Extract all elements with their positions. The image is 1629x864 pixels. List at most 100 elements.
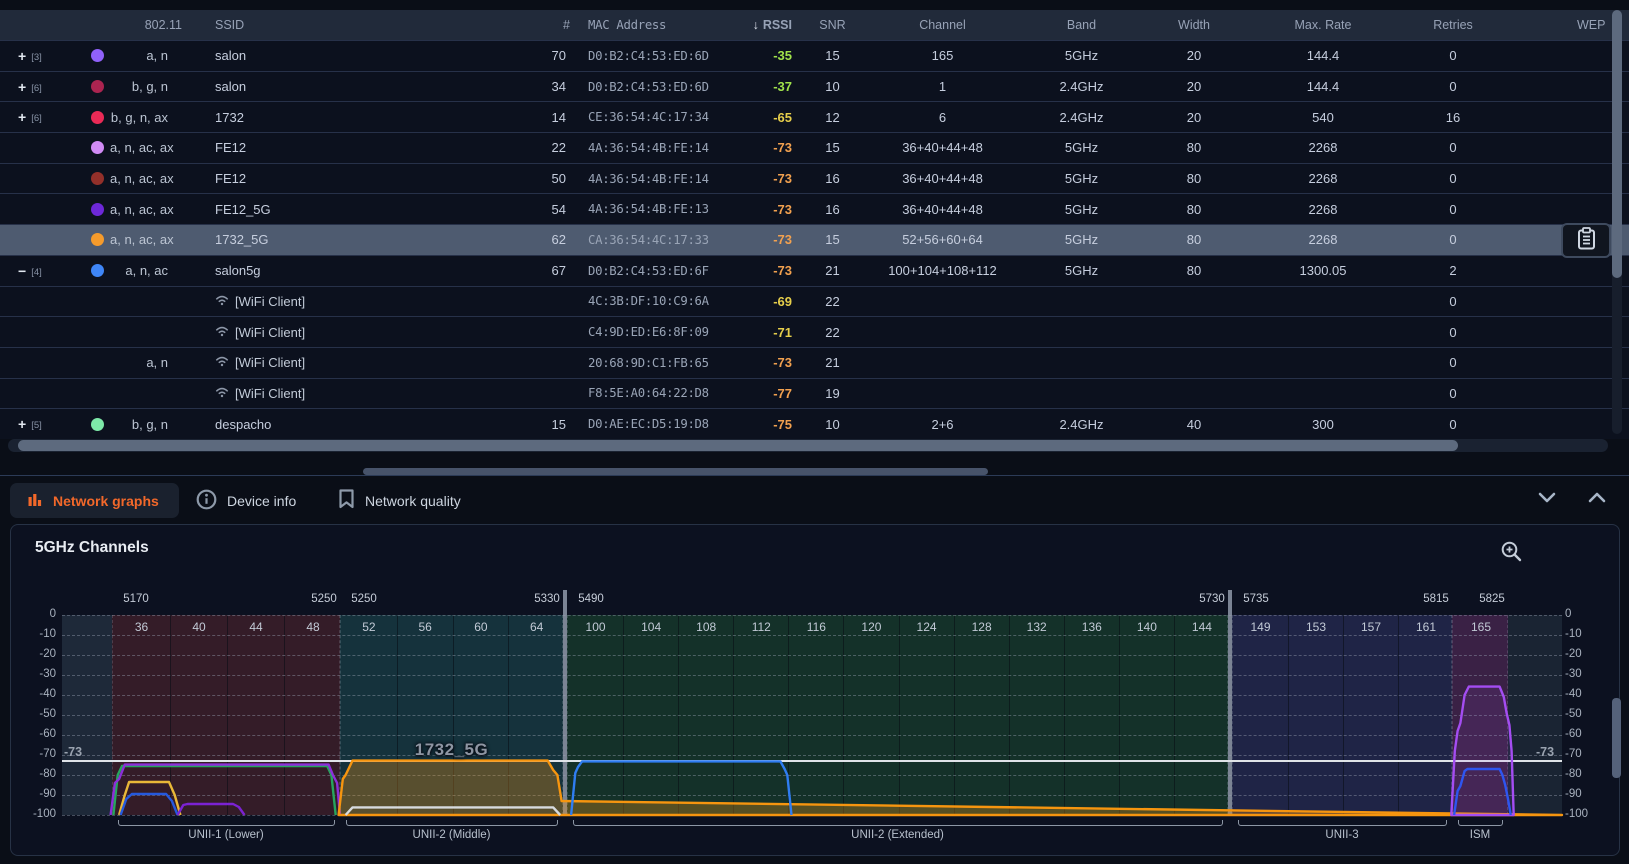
cell-width: 20 xyxy=(1148,79,1240,94)
column-header-label: Channel xyxy=(919,18,966,32)
chevron-up-icon[interactable] xyxy=(1588,490,1610,512)
column-header-ssid[interactable]: SSID xyxy=(182,18,524,32)
tab-device-info[interactable]: Device info xyxy=(196,483,296,518)
column-header-wep[interactable]: WEP xyxy=(1500,18,1629,32)
table-horizontal-scrollbar[interactable] xyxy=(8,439,1608,452)
cell-retries: 16 xyxy=(1406,110,1500,125)
table-row[interactable]: a, n, ac, axFE12224A:36:54:4B:FE:14-7315… xyxy=(0,132,1629,163)
child-count-badge: [4] xyxy=(31,267,42,278)
column-header-label: SSID xyxy=(215,18,244,32)
cell-channel: 36+40+44+48 xyxy=(870,202,1015,217)
cell-protocols: a, n, ac, ax xyxy=(110,202,182,217)
cell-count: 14 xyxy=(524,110,570,125)
cell-mac-address: 4A:36:54:4B:FE:14 xyxy=(570,172,730,186)
table-row[interactable]: +[6]b, g, nsalon34D0:B2:C4:53:ED:6D-3710… xyxy=(0,71,1629,102)
tab-label: Network quality xyxy=(365,493,461,509)
wifi-analyzer-app: 802.11 SSID #MAC Address↓RSSI SNR Channel Ban… xyxy=(0,0,1629,864)
tab-label: Network graphs xyxy=(53,493,159,509)
column-header-label: Max. Rate xyxy=(1295,18,1352,32)
cell-mac-address: CA:36:54:4C:17:33 xyxy=(570,233,730,247)
cell-mac-address: C4:9D:ED:E6:8F:09 xyxy=(570,325,730,339)
table-row[interactable]: +[6]b, g, n, ax173214CE:36:54:4C:17:34-6… xyxy=(0,101,1629,132)
cell-rssi: -65 xyxy=(730,110,795,125)
table-row[interactable]: [WiFi Client]C4:9D:ED:E6:8F:09-71220 xyxy=(0,316,1629,347)
cell-ssid: salon xyxy=(182,48,524,63)
column-header-protocols[interactable]: 802.11 xyxy=(110,18,182,32)
network-color-dot xyxy=(91,80,104,93)
table-row[interactable]: a, n, ac, ax1732_5G62CA:36:54:4C:17:33-7… xyxy=(0,224,1629,255)
cell-channel: 6 xyxy=(870,110,1015,125)
table-row[interactable]: a, n, ac, axFE12504A:36:54:4B:FE:14-7316… xyxy=(0,163,1629,194)
cell-snr: 15 xyxy=(795,232,870,247)
cell-count: 67 xyxy=(524,263,570,278)
expand-toggle-button[interactable]: + xyxy=(18,109,26,125)
wifi-client-icon xyxy=(215,325,229,340)
column-header-retries[interactable]: Retries xyxy=(1406,18,1500,32)
cell-band: 2.4GHz xyxy=(1015,417,1148,432)
cell-retries: 0 xyxy=(1406,355,1500,370)
column-header-max_rate[interactable]: Max. Rate xyxy=(1240,18,1406,32)
cell-mac-address: D0:B2:C4:53:ED:6D xyxy=(570,80,730,94)
table-row[interactable]: [WiFi Client]F8:5E:A0:64:22:D8-77190 xyxy=(0,378,1629,409)
cell-channel: 36+40+44+48 xyxy=(870,140,1015,155)
column-header-mac[interactable]: MAC Address xyxy=(570,18,730,32)
wifi-client-icon xyxy=(215,386,229,401)
copy-row-button[interactable] xyxy=(1561,223,1611,258)
table-row[interactable]: +[3]a, nsalon70D0:B2:C4:53:ED:6D-3515165… xyxy=(0,40,1629,71)
tab-network-quality[interactable]: Network quality xyxy=(338,483,461,518)
info-icon xyxy=(196,489,217,513)
cell-band: 5GHz xyxy=(1015,171,1148,186)
tab-network-graphs[interactable]: Network graphs xyxy=(10,483,179,518)
expand-toggle-button[interactable]: − xyxy=(18,263,26,279)
network-color-dot xyxy=(91,141,104,154)
table-header: 802.11 SSID #MAC Address↓RSSI SNR Channel Ban… xyxy=(0,10,1629,40)
expand-toggle-button[interactable]: + xyxy=(18,79,26,95)
cell-snr: 16 xyxy=(795,202,870,217)
table-row[interactable]: a, n, ac, axFE12_5G544A:36:54:4B:FE:13-7… xyxy=(0,193,1629,224)
cell-ssid: salon xyxy=(182,79,524,94)
row-expander-cell: +[3] xyxy=(18,48,68,64)
table-row[interactable]: [WiFi Client]4C:3B:DF:10:C9:6A-69220 xyxy=(0,286,1629,317)
table-row[interactable]: −[4]a, n, acsalon5g67D0:B2:C4:53:ED:6F-7… xyxy=(0,255,1629,286)
column-header-count[interactable]: # xyxy=(524,18,570,32)
cell-width: 40 xyxy=(1148,417,1240,432)
cell-retries: 2 xyxy=(1406,263,1500,278)
tab-label: Device info xyxy=(227,493,296,509)
cell-mac-address: 4A:36:54:4B:FE:13 xyxy=(570,202,730,216)
cell-max-rate: 144.4 xyxy=(1240,79,1406,94)
table-horizontal-scrollbar-thumb[interactable] xyxy=(18,440,1458,451)
table-row[interactable]: +[5]b, g, ndespacho15D0:AE:EC:D5:19:D8-7… xyxy=(0,408,1629,439)
cell-protocols: a, n, ac, ax xyxy=(110,232,182,247)
column-header-channel[interactable]: Channel xyxy=(870,18,1015,32)
column-header-width[interactable]: Width xyxy=(1148,18,1240,32)
table-vertical-scrollbar-thumb[interactable] xyxy=(1612,10,1622,278)
chevron-down-icon[interactable] xyxy=(1538,490,1560,512)
column-header-label: SNR xyxy=(819,18,845,32)
cell-mac-address: 4C:3B:DF:10:C9:6A xyxy=(570,294,730,308)
expand-toggle-button[interactable]: + xyxy=(18,416,26,432)
expand-toggle-button[interactable]: + xyxy=(18,48,26,64)
cell-retries: 0 xyxy=(1406,171,1500,186)
magnifier-zoom-icon[interactable] xyxy=(1501,541,1522,567)
wifi-client-label: [WiFi Client] xyxy=(235,386,305,401)
cell-count: 15 xyxy=(524,417,570,432)
cell-snr: 22 xyxy=(795,294,870,309)
cell-protocols: b, g, n xyxy=(110,79,182,94)
panel-horizontal-scrollbar-thumb[interactable] xyxy=(363,468,988,475)
column-header-rssi[interactable]: ↓RSSI xyxy=(730,18,795,32)
cell-protocols: a, n xyxy=(110,48,182,63)
table-vertical-scrollbar[interactable] xyxy=(1612,10,1622,434)
network-color-dot xyxy=(91,418,104,431)
wifi-client-label: [WiFi Client] xyxy=(235,355,305,370)
cell-band: 5GHz xyxy=(1015,232,1148,247)
panel-vertical-scrollbar-thumb[interactable] xyxy=(1612,698,1621,778)
cell-rssi: -73 xyxy=(730,140,795,155)
cell-max-rate: 540 xyxy=(1240,110,1406,125)
cell-retries: 0 xyxy=(1406,417,1500,432)
column-header-band[interactable]: Band xyxy=(1015,18,1148,32)
cell-retries: 0 xyxy=(1406,386,1500,401)
column-header-snr[interactable]: SNR xyxy=(795,18,870,32)
cell-snr: 10 xyxy=(795,79,870,94)
bottom-tab-bar: Network graphs Device info Network quali… xyxy=(0,483,1629,519)
table-row[interactable]: a, n[WiFi Client]20:68:9D:C1:FB:65-73210 xyxy=(0,347,1629,378)
